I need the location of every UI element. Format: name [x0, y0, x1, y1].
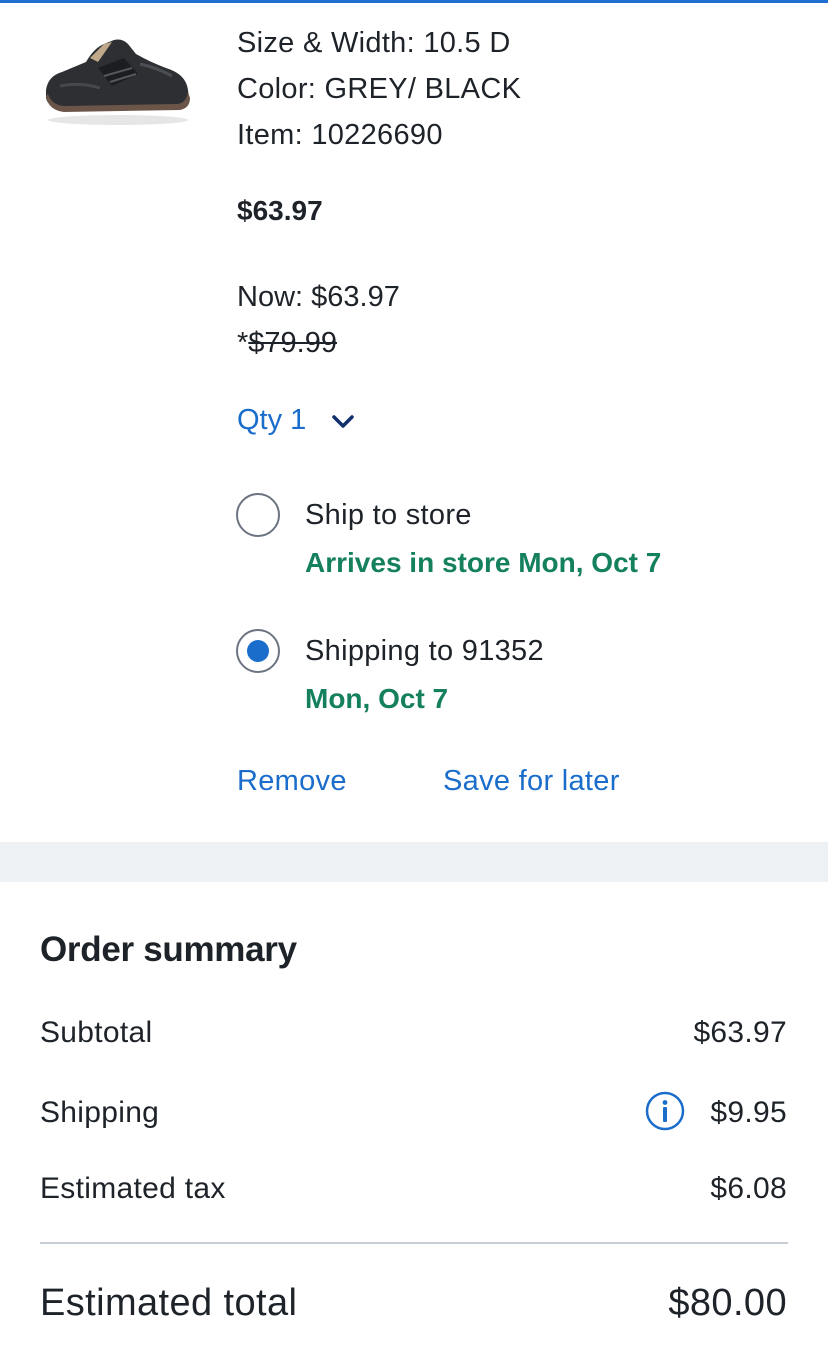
was-price-value: $79.99: [248, 327, 337, 359]
shipping-to-zip-radio[interactable]: [236, 629, 280, 673]
product-size-width: Size & Width: 10.5 D: [237, 27, 511, 59]
info-icon[interactable]: [645, 1091, 685, 1131]
radio-selected-dot: [247, 640, 269, 662]
save-for-later-link[interactable]: Save for later: [443, 765, 620, 798]
order-summary-title: Order summary: [40, 930, 297, 969]
ship-to-store-label[interactable]: Ship to store: [305, 499, 472, 532]
shipping-label: Shipping: [40, 1096, 160, 1129]
estimated-total-label: Estimated total: [40, 1282, 298, 1324]
product-now-price: Now: $63.97: [237, 281, 400, 313]
estimated-total-value: $80.00: [668, 1282, 787, 1324]
product-price: $63.97: [237, 195, 323, 226]
was-price-prefix: *: [237, 327, 249, 359]
top-accent-bar: [0, 0, 828, 3]
subtotal-label: Subtotal: [40, 1016, 153, 1049]
estimated-tax-label: Estimated tax: [40, 1172, 226, 1205]
product-color: Color: GREY/ BLACK: [237, 73, 522, 105]
sneaker-product-image[interactable]: [40, 28, 196, 128]
shipping-value: $9.95: [710, 1096, 787, 1129]
shipping-arrival-date: Mon, Oct 7: [305, 683, 449, 714]
estimated-tax-value: $6.08: [710, 1172, 787, 1205]
shipping-to-zip-label[interactable]: Shipping to 91352: [305, 635, 544, 668]
summary-divider: [40, 1242, 788, 1244]
quantity-selector[interactable]: Qty 1: [237, 404, 356, 437]
chevron-down-icon: [330, 408, 356, 434]
section-divider-band: [0, 842, 828, 882]
product-was-price: *$79.99: [237, 327, 337, 360]
remove-link[interactable]: Remove: [237, 765, 347, 798]
ship-to-store-radio[interactable]: [236, 493, 280, 537]
quantity-label: Qty 1: [237, 404, 307, 436]
subtotal-value: $63.97: [693, 1016, 787, 1049]
ship-to-store-arrival: Arrives in store Mon, Oct 7: [305, 547, 662, 578]
product-item-number: Item: 10226690: [237, 119, 443, 151]
